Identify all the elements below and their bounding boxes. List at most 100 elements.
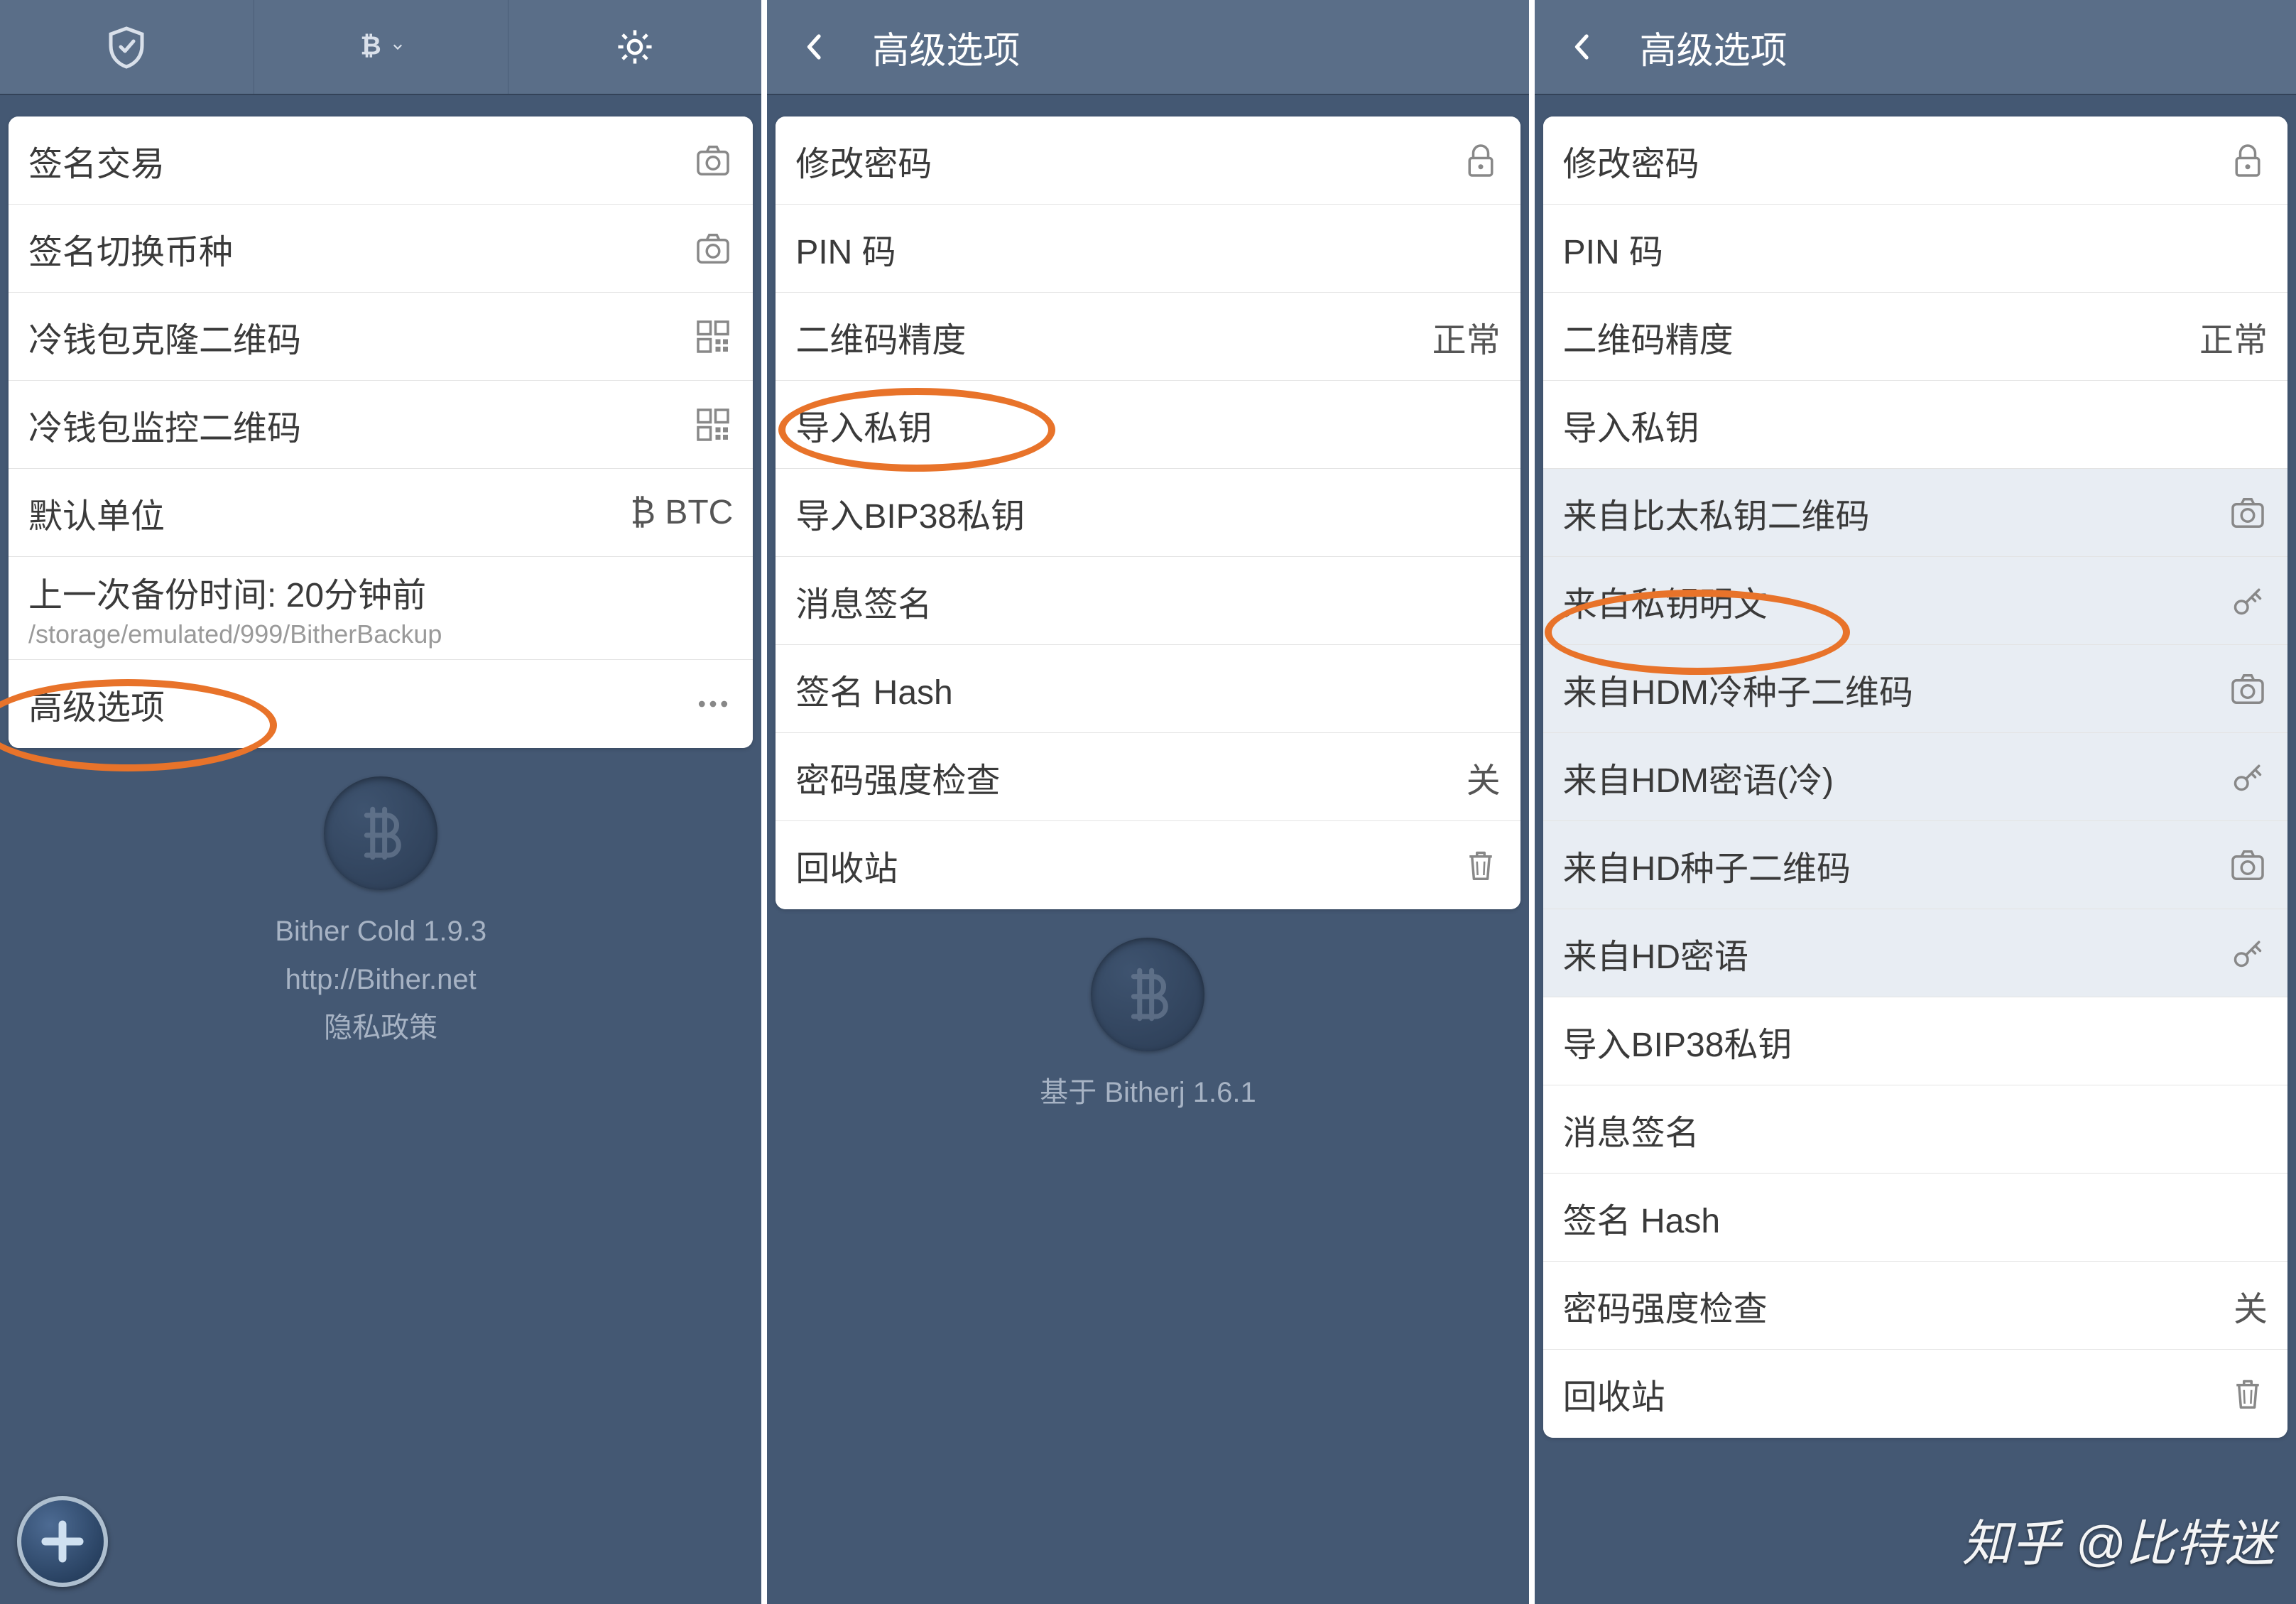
- row-value: 关: [1467, 752, 1501, 802]
- back-button[interactable]: [1535, 0, 1630, 94]
- list-item[interactable]: 二维码精度正常: [776, 293, 1520, 381]
- page-title: 高级选项: [1630, 21, 2296, 74]
- list-item[interactable]: 签名 Hash: [776, 645, 1520, 733]
- row-label: 默认单位: [28, 488, 630, 538]
- shield-icon: [104, 24, 149, 70]
- footer-area: 基于 Bitherj 1.6.1: [767, 909, 1528, 1604]
- qr-icon: [693, 317, 733, 357]
- advanced-expanded-list: 修改密码 PIN 码二维码精度正常导入私钥来自比太私钥二维码来自私钥明文来自HDM…: [1543, 116, 2287, 1438]
- list-item[interactable]: 上一次备份时间: 20分钟前/storage/emulated/999/Bith…: [9, 557, 753, 660]
- row-label: 来自比太私钥二维码: [1563, 488, 2228, 538]
- list-item[interactable]: 签名交易: [9, 116, 753, 205]
- row-label: 导入私钥: [795, 400, 1500, 450]
- list-item[interactable]: 冷钱包监控二维码: [9, 381, 753, 469]
- row-label: 上一次备份时间: 20分钟前: [28, 567, 733, 617]
- row-label: 签名交易: [28, 136, 693, 185]
- list-item[interactable]: 修改密码: [1543, 116, 2287, 205]
- qr-icon: [693, 405, 733, 445]
- row-label: 消息签名: [795, 576, 1500, 626]
- row-label: PIN 码: [1563, 224, 2268, 273]
- list-item[interactable]: 来自HD密语: [1543, 909, 2287, 997]
- tab-bitcoin[interactable]: [254, 0, 508, 94]
- back-button[interactable]: [767, 0, 862, 94]
- list-item[interactable]: 回收站: [1543, 1350, 2287, 1438]
- list-item[interactable]: 默认单位₿ BTC: [9, 469, 753, 557]
- row-label: 导入私钥: [1563, 400, 2268, 450]
- list-item[interactable]: 冷钱包克隆二维码: [9, 293, 753, 381]
- chevron-left-icon: [1565, 30, 1599, 64]
- row-value: 关: [2234, 1281, 2268, 1331]
- row-label: PIN 码: [795, 224, 1500, 273]
- list-item[interactable]: 来自HDM密语(冷): [1543, 733, 2287, 821]
- header-bar: 高级选项: [1535, 0, 2296, 95]
- header-bar: 高级选项: [767, 0, 1528, 95]
- row-label: 密码强度检查: [795, 752, 1466, 802]
- list-item[interactable]: 导入私钥: [1543, 381, 2287, 469]
- row-label: 来自HD种子二维码: [1563, 840, 2228, 890]
- list-item[interactable]: 导入BIP38私钥: [776, 469, 1520, 557]
- list-item[interactable]: PIN 码: [776, 205, 1520, 293]
- screen-advanced: 高级选项 修改密码 PIN 码二维码精度正常导入私钥导入BIP38私钥消息签名签名…: [767, 0, 1534, 1604]
- row-label: 导入BIP38私钥: [795, 488, 1500, 538]
- list-item[interactable]: 高级选项: [9, 660, 753, 748]
- list-item[interactable]: 密码强度检查关: [1543, 1262, 2287, 1350]
- lock-icon: [1461, 141, 1501, 180]
- row-label: 消息签名: [1563, 1105, 2268, 1154]
- row-label: 修改密码: [1563, 136, 2228, 185]
- row-label: 冷钱包监控二维码: [28, 400, 693, 450]
- add-button[interactable]: [17, 1496, 108, 1587]
- row-label: 密码强度检查: [1563, 1281, 2234, 1331]
- key-icon: [2228, 581, 2268, 621]
- footer-area: Bither Cold 1.9.3 http://Bither.net 隐私政策: [0, 748, 761, 1604]
- row-value: 正常: [2199, 312, 2268, 362]
- camera-icon: [693, 229, 733, 269]
- list-item[interactable]: 导入私钥: [776, 381, 1520, 469]
- list-item[interactable]: 消息签名: [1543, 1085, 2287, 1174]
- list-item[interactable]: 来自比太私钥二维码: [1543, 469, 2287, 557]
- row-label: 回收站: [795, 840, 1460, 890]
- app-url[interactable]: http://Bither.net: [275, 955, 486, 1004]
- row-sublabel: /storage/emulated/999/BitherBackup: [28, 619, 733, 649]
- row-label: 签名切换币种: [28, 224, 693, 273]
- row-value: 正常: [1432, 312, 1501, 362]
- trash-icon: [1461, 845, 1501, 885]
- key-icon: [2228, 933, 2268, 973]
- key-icon: [2228, 757, 2268, 797]
- trash-icon: [2228, 1374, 2268, 1414]
- watermark: 知乎 @比特迷: [1962, 1504, 2275, 1576]
- engine-version: 基于 Bitherj 1.6.1: [1040, 1068, 1256, 1117]
- app-logo: [324, 776, 437, 890]
- list-item[interactable]: 消息签名: [776, 557, 1520, 645]
- advanced-list: 修改密码 PIN 码二维码精度正常导入私钥导入BIP38私钥消息签名签名 Hash…: [776, 116, 1520, 909]
- list-item[interactable]: 修改密码: [776, 116, 1520, 205]
- row-label: 高级选项: [28, 679, 693, 729]
- dots-icon: [693, 684, 733, 724]
- row-label: 来自私钥明文: [1563, 576, 2228, 626]
- tab-shield[interactable]: [0, 0, 254, 94]
- list-item[interactable]: 签名 Hash: [1543, 1174, 2287, 1262]
- list-item[interactable]: 二维码精度正常: [1543, 293, 2287, 381]
- list-item[interactable]: 导入BIP38私钥: [1543, 997, 2287, 1085]
- row-label: 导入BIP38私钥: [1563, 1017, 2268, 1066]
- list-item[interactable]: 来自HD种子二维码: [1543, 821, 2287, 909]
- camera-icon: [2228, 493, 2268, 533]
- page-title: 高级选项: [862, 21, 1528, 74]
- tab-settings[interactable]: [508, 0, 762, 94]
- list-item[interactable]: 来自HDM冷种子二维码: [1543, 645, 2287, 733]
- privacy-link[interactable]: 隐私政策: [275, 1004, 486, 1052]
- list-item[interactable]: 密码强度检查关: [776, 733, 1520, 821]
- chevron-left-icon: [798, 30, 832, 64]
- list-item[interactable]: 回收站: [776, 821, 1520, 909]
- screen-advanced-expanded: 高级选项 修改密码 PIN 码二维码精度正常导入私钥来自比太私钥二维码来自私钥明文…: [1535, 0, 2296, 1604]
- gear-icon: [614, 26, 655, 67]
- chevron-down-icon: [388, 37, 408, 57]
- row-value: ₿ BTC: [630, 493, 733, 532]
- list-item[interactable]: 签名切换币种: [9, 205, 753, 293]
- list-item[interactable]: PIN 码: [1543, 205, 2287, 293]
- row-label: 二维码精度: [1563, 312, 2199, 362]
- lock-icon: [2228, 141, 2268, 180]
- row-label: 来自HD密语: [1563, 928, 2228, 978]
- app-version: Bither Cold 1.9.3: [275, 907, 486, 955]
- list-item[interactable]: 来自私钥明文: [1543, 557, 2287, 645]
- row-label: 回收站: [1563, 1369, 2228, 1419]
